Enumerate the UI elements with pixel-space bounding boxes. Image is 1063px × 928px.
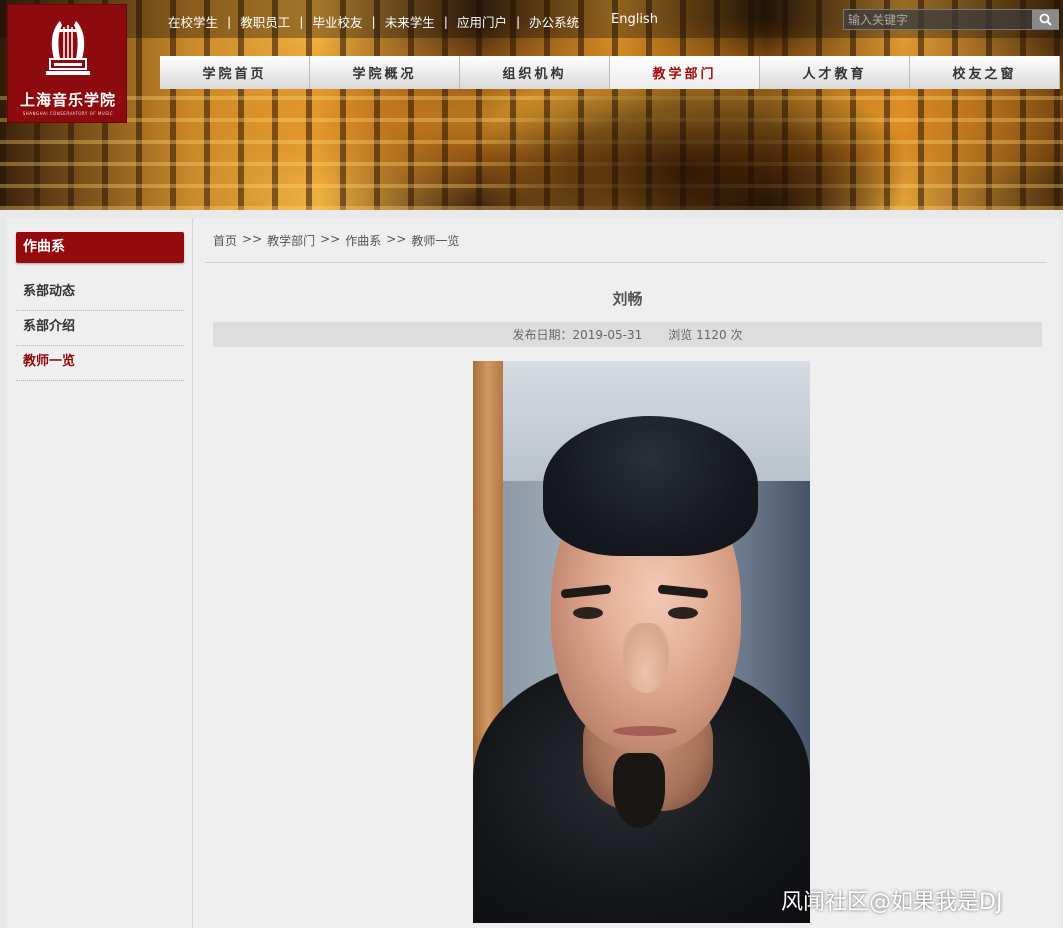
- sidebar-item-intro[interactable]: 系部介绍: [16, 311, 184, 346]
- breadcrumb: 首页 >> 教学部门 >> 作曲系 >> 教师一览: [213, 232, 459, 249]
- main-nav: 学院首页 学院概况 组织机构 教学部门 人才教育 校友之窗: [160, 56, 1060, 89]
- breadcrumb-home[interactable]: 首页: [213, 232, 237, 249]
- breadcrumb-separator: >>: [320, 232, 341, 246]
- quicklink-separator: |: [443, 14, 448, 29]
- quicklink-students[interactable]: 在校学生: [168, 12, 218, 31]
- search-icon: [1039, 13, 1052, 26]
- nav-education[interactable]: 人才教育: [760, 56, 910, 89]
- english-link[interactable]: English: [611, 12, 658, 27]
- article-meta: 发布日期：2019-05-31 浏览 1120 次: [213, 322, 1042, 347]
- header-banner: 上海音乐学院 SHANGHAI CONSERVATORY OF MUSIC 在校…: [0, 0, 1063, 210]
- breadcrumb-separator: >>: [242, 232, 263, 246]
- nav-organization[interactable]: 组织机构: [460, 56, 610, 89]
- search-button[interactable]: [1032, 10, 1059, 29]
- sidebar-title: 作曲系: [16, 232, 184, 263]
- quicklink-alumni[interactable]: 毕业校友: [312, 12, 362, 31]
- breadcrumb-composition[interactable]: 作曲系: [345, 232, 381, 249]
- nav-home[interactable]: 学院首页: [160, 56, 310, 89]
- nav-alumni[interactable]: 校友之窗: [910, 56, 1060, 89]
- main-panel: 首页 >> 教学部门 >> 作曲系 >> 教师一览 刘畅 发布日期：2019-0…: [205, 218, 1047, 928]
- logo-name-en: SHANGHAI CONSERVATORY OF MUSIC: [22, 111, 114, 116]
- quicklink-separator: |: [299, 14, 304, 29]
- publish-date: 发布日期：2019-05-31: [512, 328, 643, 342]
- sidebar-item-news[interactable]: 系部动态: [16, 276, 184, 311]
- breadcrumb-faculty[interactable]: 教师一览: [411, 232, 459, 249]
- content-area: 作曲系 系部动态 系部介绍 教师一览 首页 >> 教学部门 >> 作曲系 >> …: [7, 218, 1060, 928]
- quicklink-separator: |: [227, 14, 232, 29]
- lyre-emblem-icon: [46, 21, 90, 75]
- search-box: [843, 9, 1059, 30]
- search-input[interactable]: [848, 11, 1028, 29]
- logo-name-cn: 上海音乐学院: [19, 91, 116, 109]
- article-title: 刘畅: [612, 290, 643, 308]
- breadcrumb-separator: >>: [386, 232, 407, 246]
- nav-about[interactable]: 学院概况: [310, 56, 460, 89]
- quicklink-separator: |: [515, 14, 521, 29]
- breadcrumb-departments[interactable]: 教学部门: [267, 232, 315, 249]
- quicklink-separator: |: [371, 14, 376, 29]
- breadcrumb-divider: [205, 262, 1047, 263]
- sidebar: 作曲系 系部动态 系部介绍 教师一览: [7, 218, 193, 928]
- source-watermark: 风闻社区@如果我是DJ: [781, 890, 1003, 915]
- faculty-portrait-photo: [473, 361, 810, 923]
- sidebar-item-faculty[interactable]: 教师一览: [16, 346, 184, 381]
- quicklink-future-students[interactable]: 未来学生: [385, 12, 435, 31]
- quick-links: 在校学生 | 教职员工 | 毕业校友 | 未来学生 | 应用门户 | 办公系统: [168, 12, 579, 31]
- quicklink-app-portal[interactable]: 应用门户: [457, 12, 507, 31]
- school-logo[interactable]: 上海音乐学院 SHANGHAI CONSERVATORY OF MUSIC: [7, 4, 127, 123]
- quicklink-staff[interactable]: 教职员工: [240, 12, 290, 31]
- sidebar-list: 系部动态 系部介绍 教师一览: [16, 276, 184, 381]
- view-count: 浏览 1120 次: [668, 328, 743, 342]
- quicklink-office-system[interactable]: 办公系统: [529, 12, 579, 31]
- nav-departments[interactable]: 教学部门: [610, 56, 760, 89]
